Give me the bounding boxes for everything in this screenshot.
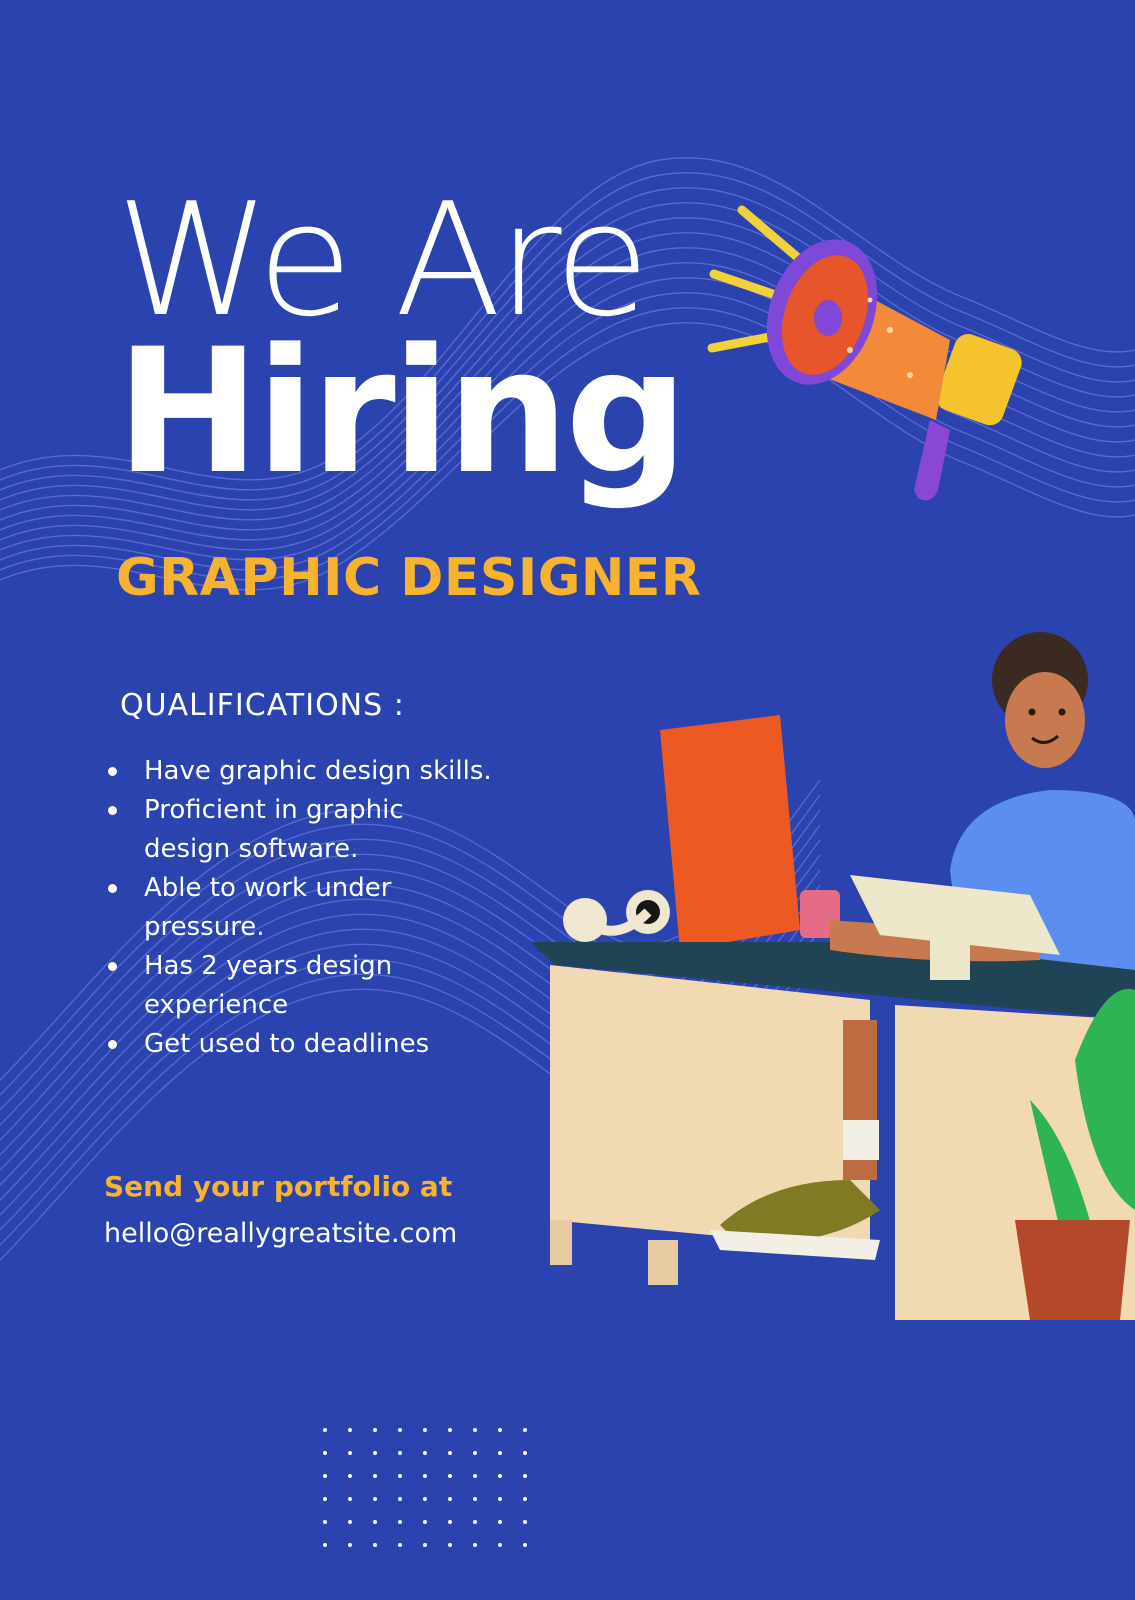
qualifications-list: Have graphic design skills. Proficient i… [104, 752, 494, 1064]
qualification-item: Get used to deadlines [104, 1025, 494, 1064]
megaphone-icon [707, 205, 1022, 501]
job-role-title: GRAPHIC DESIGNER [116, 548, 702, 608]
contact-label: Send your portfolio at [104, 1170, 453, 1203]
hiring-poster: We Are Hiring GRAPHIC DESIGNER QUALIFICA… [0, 0, 1135, 1600]
qualifications-heading: QUALIFICATIONS : [120, 688, 405, 723]
qualification-item: Have graphic design skills. [104, 752, 494, 791]
qualification-item: Able to work under pressure. [104, 869, 494, 947]
headline-hiring: Hiring [116, 311, 688, 512]
qualification-item: Has 2 years design experience [104, 947, 494, 1025]
contact-email-link[interactable]: hello@reallygreatsite.com [104, 1218, 457, 1249]
qualification-item: Proficient in graphic design software. [104, 791, 494, 869]
designer-at-desk-illustration [530, 632, 1135, 1320]
dot-grid-decoration [323, 1428, 527, 1547]
